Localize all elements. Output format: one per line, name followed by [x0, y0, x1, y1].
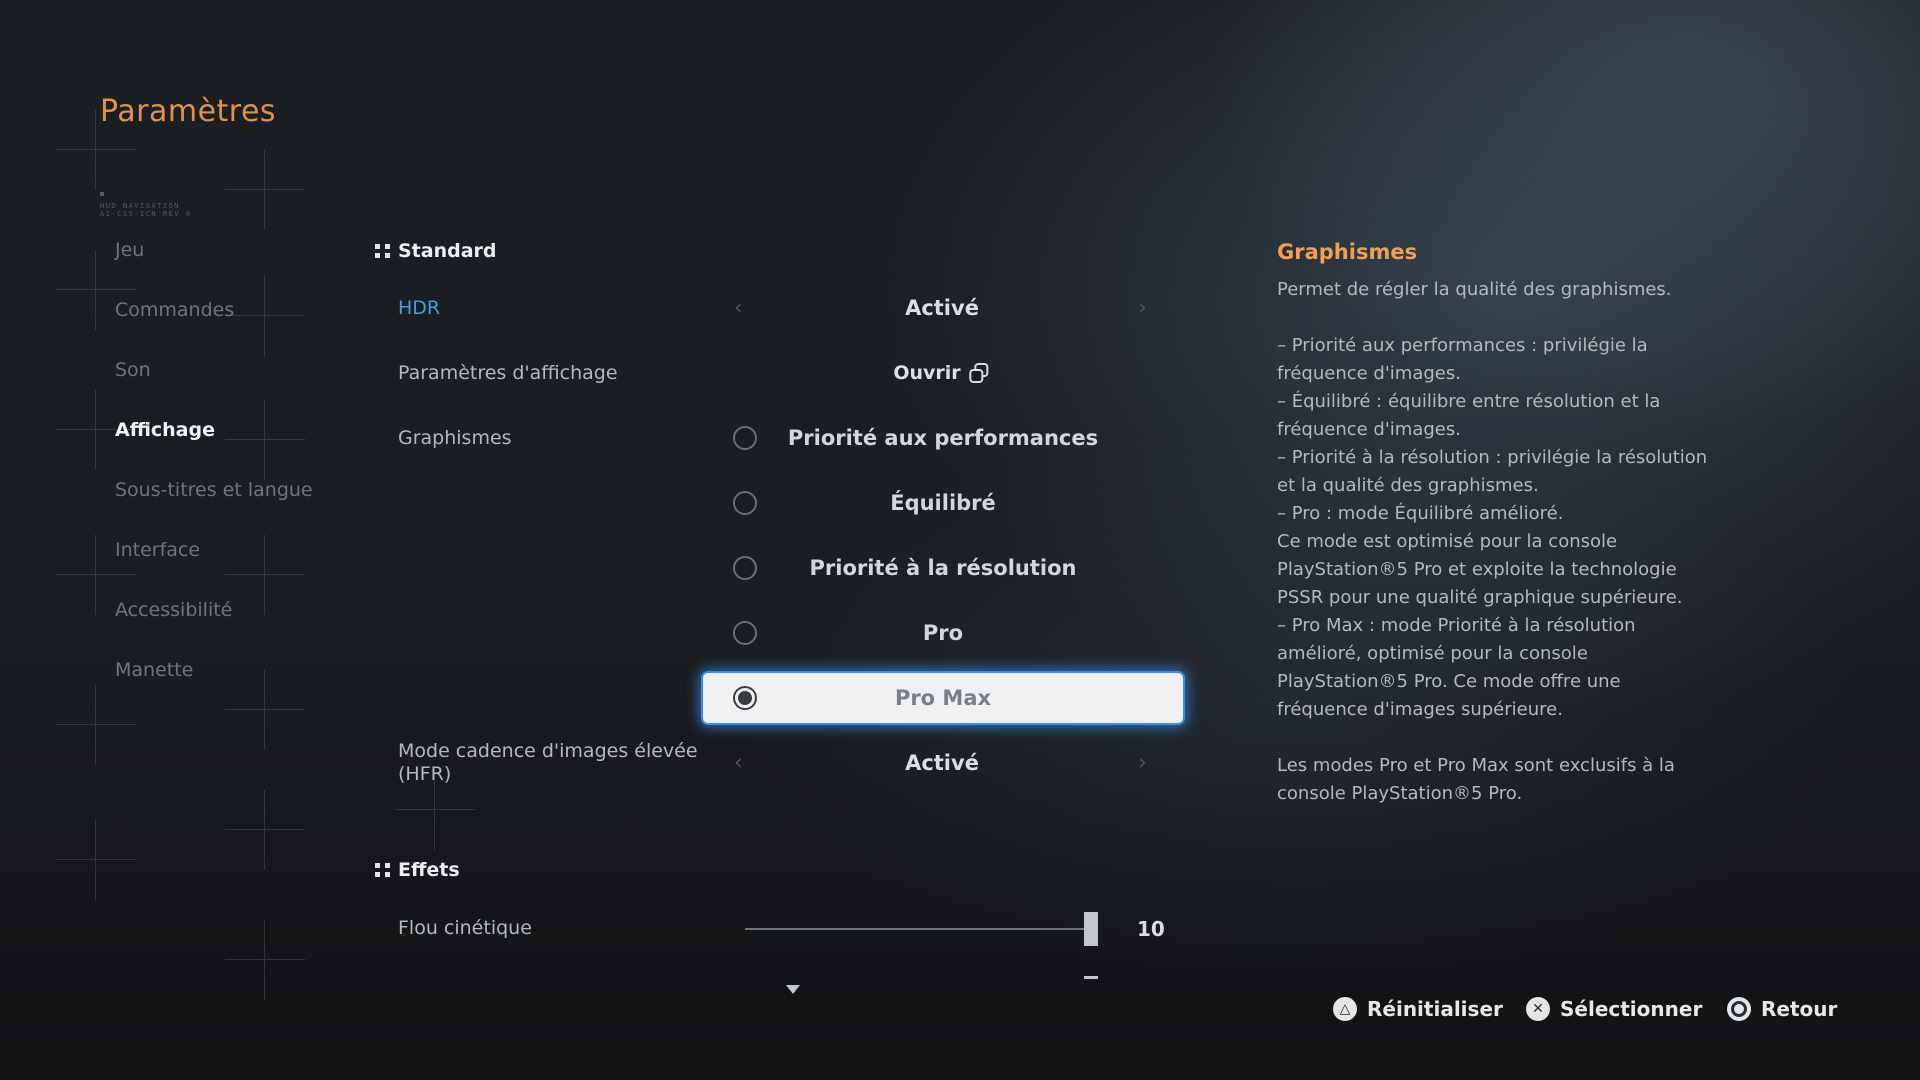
select-button[interactable]: ✕ Sélectionner — [1526, 997, 1702, 1021]
display-settings-open-button[interactable]: Ouvrir — [893, 362, 990, 384]
hud-caption: HUD NAVIGATION AI-CSS-ICN REV 0 — [100, 202, 191, 218]
sidebar-item-son[interactable]: Son — [115, 359, 151, 381]
motion-blur-slider-track[interactable] — [745, 928, 1091, 930]
motion-blur-slider-handle[interactable] — [1084, 912, 1098, 946]
sidebar-item-commandes[interactable]: Commandes — [115, 299, 234, 321]
scroll-down-arrow-icon[interactable] — [786, 985, 800, 994]
reset-button[interactable]: △ Réinitialiser — [1333, 997, 1503, 1021]
sidebar-item-jeu[interactable]: Jeu — [115, 239, 144, 261]
graphics-option-resolution[interactable]: Priorité à la résolution — [703, 543, 1183, 593]
hfr-next-arrow-icon[interactable]: › — [1138, 751, 1147, 776]
crosshair-decoration — [225, 276, 305, 356]
crosshair-decoration — [225, 790, 305, 870]
section-title: Standard — [398, 240, 497, 262]
section-dots-icon — [375, 244, 390, 258]
sidebar-item-affichage[interactable]: Affichage — [115, 419, 215, 441]
section-title: Effets — [398, 859, 460, 881]
hud-line: AI-CSS-ICN REV 0 — [100, 210, 192, 218]
external-open-icon — [969, 363, 989, 383]
info-panel-description: Permet de régler la qualité des graphism… — [1277, 279, 1708, 804]
graphics-option-pro-max[interactable]: Pro Max — [703, 673, 1183, 723]
option-label: Pro — [922, 621, 964, 645]
option-label: Pro Max — [894, 686, 992, 710]
section-header-standard: Standard — [375, 240, 497, 262]
select-label: Sélectionner — [1560, 997, 1703, 1021]
hdr-label[interactable]: HDR — [398, 297, 440, 319]
hfr-label-line: Mode cadence d'images élevée — [398, 740, 698, 762]
hdr-prev-arrow-icon[interactable]: ‹ — [734, 296, 743, 321]
motion-blur-value: 10 — [1137, 917, 1165, 941]
cross-button-icon: ✕ — [1526, 997, 1550, 1021]
crosshair-decoration — [225, 920, 305, 1000]
hdr-next-arrow-icon[interactable]: › — [1138, 296, 1147, 321]
reset-label: Réinitialiser — [1367, 997, 1503, 1021]
crosshair-decoration — [225, 150, 305, 230]
slider-default-marker — [1084, 976, 1098, 979]
crosshair-decoration — [56, 820, 136, 900]
sidebar-item-manette[interactable]: Manette — [115, 659, 193, 681]
sidebar-item-interface[interactable]: Interface — [115, 539, 200, 561]
graphics-option-pro[interactable]: Pro — [703, 608, 1183, 658]
graphics-label: Graphismes — [398, 427, 512, 449]
hfr-value[interactable]: Activé — [905, 751, 979, 775]
back-button[interactable]: Retour — [1727, 997, 1837, 1021]
hfr-prev-arrow-icon[interactable]: ‹ — [734, 751, 743, 776]
hud-marker — [100, 192, 104, 196]
info-panel-title: Graphismes — [1277, 240, 1418, 264]
page-title: Paramètres — [100, 94, 277, 129]
hfr-label-line: (HFR) — [398, 763, 452, 785]
circle-button-icon — [1727, 997, 1751, 1021]
crosshair-decoration — [225, 670, 305, 750]
option-label: Priorité à la résolution — [809, 556, 1077, 580]
sidebar-item-sous-titres[interactable]: Sous-titres et langue — [115, 479, 313, 501]
hud-line: HUD NAVIGATION — [100, 202, 181, 210]
sidebar-item-accessibilite[interactable]: Accessibilité — [115, 599, 232, 621]
crosshair-decoration — [225, 400, 305, 480]
triangle-button-icon: △ — [1333, 997, 1357, 1021]
graphics-option-balanced[interactable]: Équilibré — [703, 478, 1183, 528]
hfr-label[interactable]: Mode cadence d'images élevée (HFR) — [398, 740, 698, 786]
hdr-value[interactable]: Activé — [905, 296, 979, 320]
crosshair-decoration — [56, 685, 136, 765]
option-label: Priorité aux performances — [787, 426, 1099, 450]
motion-blur-label: Flou cinétique — [398, 917, 532, 939]
display-settings-label[interactable]: Paramètres d'affichage — [398, 362, 618, 384]
graphics-option-performance[interactable]: Priorité aux performances — [703, 413, 1183, 463]
crosshair-decoration — [225, 535, 305, 615]
open-label: Ouvrir — [893, 362, 961, 384]
back-label: Retour — [1761, 997, 1838, 1021]
section-dots-icon — [375, 863, 390, 877]
option-label: Équilibré — [890, 491, 996, 515]
section-header-effets: Effets — [375, 859, 460, 881]
